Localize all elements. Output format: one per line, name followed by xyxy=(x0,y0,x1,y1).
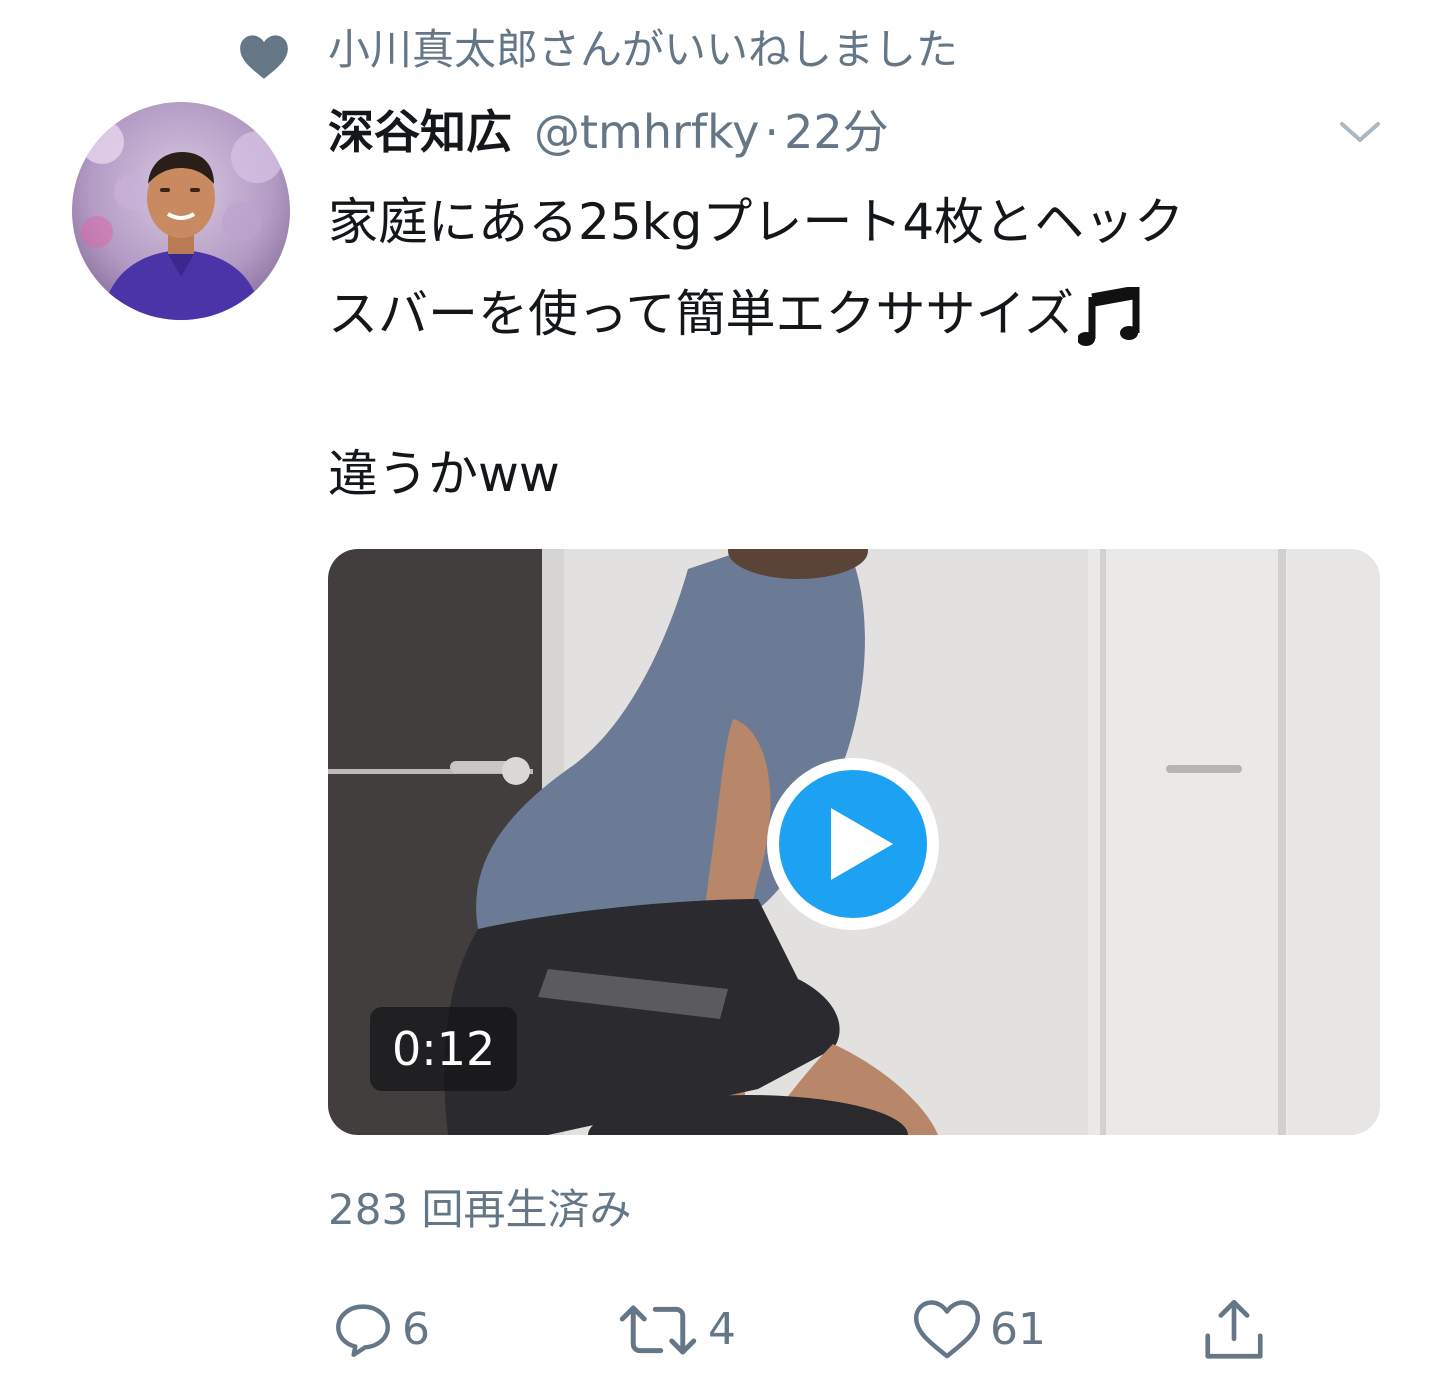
tweet-card[interactable]: 小川真太郎さんがいいねしました 深谷知広 @tmhrfky · 22分 家庭にあ… xyxy=(0,0,1448,1394)
tweet-text-line: スバーを使って簡単エクササイズ xyxy=(328,268,1388,360)
music-notes-icon xyxy=(1078,286,1140,346)
user-handle[interactable]: @tmhrfky xyxy=(534,105,759,159)
view-count: 283 回再生済み xyxy=(328,1185,632,1234)
avatar-image xyxy=(72,102,290,320)
heart-icon xyxy=(240,35,288,79)
tweet-text: 家庭にある25kgプレート4枚とヘック スバーを使って簡単エクササイズ xyxy=(328,176,1388,360)
tweet-text-line: 違うかww xyxy=(328,445,560,503)
retweet-count: 4 xyxy=(708,1304,736,1355)
social-context-label: 小川真太郎さんがいいねしました xyxy=(328,25,959,74)
retweet-button[interactable]: 4 xyxy=(614,1290,736,1370)
like-count: 61 xyxy=(990,1304,1046,1355)
reply-count: 6 xyxy=(402,1304,430,1355)
tweet-header: 深谷知広 @tmhrfky · 22分 xyxy=(328,100,889,164)
share-button[interactable] xyxy=(1196,1290,1272,1370)
avatar[interactable] xyxy=(72,102,290,320)
separator-dot: · xyxy=(764,105,780,159)
reply-icon xyxy=(336,1304,390,1357)
share-icon xyxy=(1205,1299,1263,1359)
tweet-text-line: 家庭にある25kgプレート4枚とヘック xyxy=(328,193,1185,251)
heart-icon xyxy=(914,1300,980,1359)
like-button[interactable]: 61 xyxy=(910,1290,1046,1370)
timestamp[interactable]: 22分 xyxy=(784,105,889,159)
play-button[interactable] xyxy=(763,754,943,934)
display-name[interactable]: 深谷知広 xyxy=(328,105,512,159)
video-player[interactable]: 0:12 xyxy=(328,549,1380,1135)
tweet-text-segment: スバーを使って簡単エクササイズ xyxy=(328,285,1074,343)
video-duration: 0:12 xyxy=(370,1007,518,1091)
reply-button[interactable]: 6 xyxy=(330,1290,430,1370)
retweet-icon xyxy=(619,1305,697,1355)
chevron-down-icon[interactable] xyxy=(1330,112,1390,152)
